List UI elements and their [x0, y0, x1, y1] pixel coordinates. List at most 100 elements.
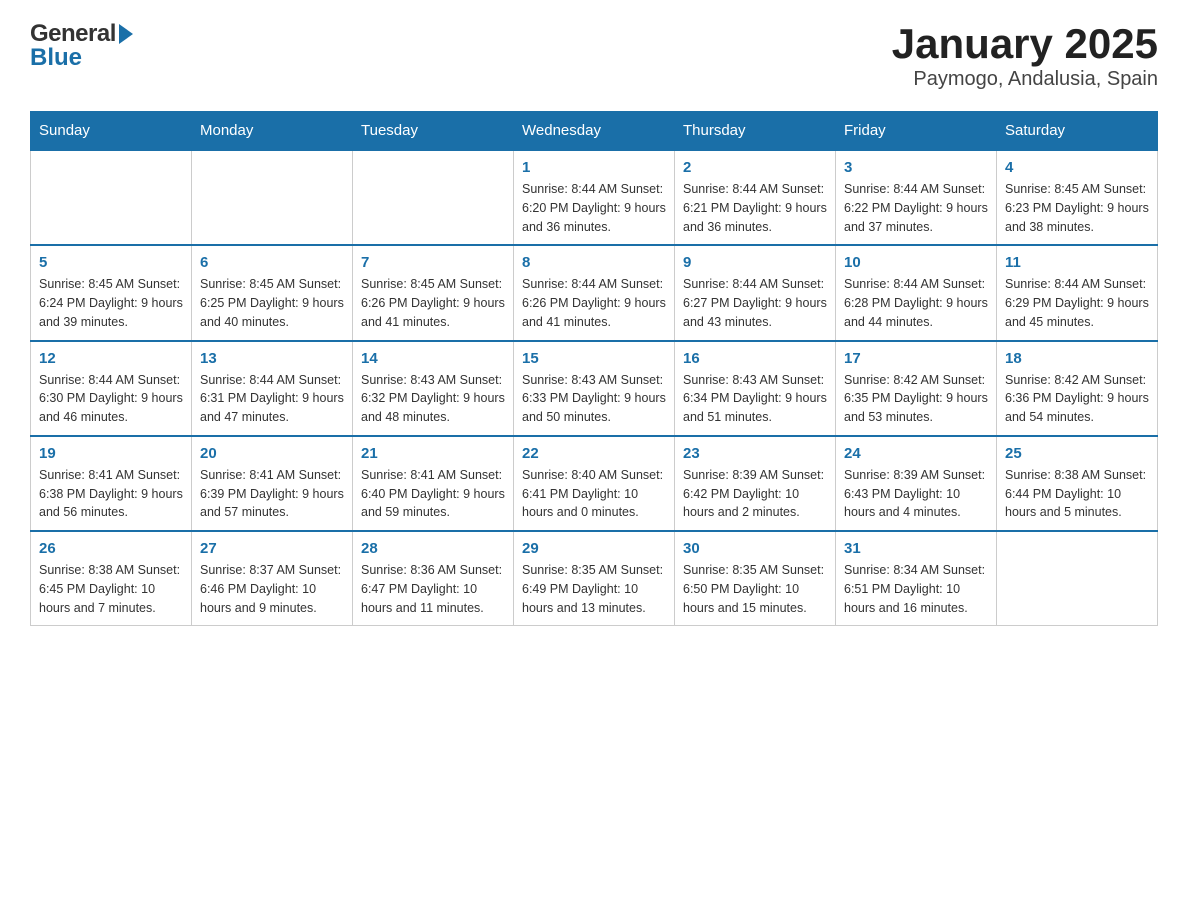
- calendar-day: 29Sunrise: 8:35 AM Sunset: 6:49 PM Dayli…: [514, 531, 675, 626]
- day-info: Sunrise: 8:39 AM Sunset: 6:42 PM Dayligh…: [683, 466, 827, 522]
- day-info: Sunrise: 8:34 AM Sunset: 6:51 PM Dayligh…: [844, 561, 988, 617]
- day-number: 17: [844, 350, 988, 367]
- calendar-day: 31 Sunrise: 8:34 AM Sunset: 6:51 PM Dayli…: [836, 531, 997, 626]
- weekday-header-row: SundayMondayTuesdayWednesdayThursdayFrid…: [31, 112, 1158, 151]
- calendar-week-4: 19Sunrise: 8:41 AM Sunset: 6:38 PM Dayli…: [31, 436, 1158, 531]
- day-info: Sunrise: 8:38 AM Sunset: 6:45 PM Dayligh…: [39, 561, 183, 617]
- day-info: Sunrise: 8:42 AM Sunset: 6:35 PM Dayligh…: [844, 371, 988, 427]
- day-info: Sunrise: 8:44 AM Sunset: 6:21 PM Dayligh…: [683, 180, 827, 236]
- title-section: January 2025 Paymogo, Andalusia, Spain: [892, 20, 1158, 91]
- day-number: 20: [200, 445, 344, 462]
- day-number: 31: [844, 540, 988, 557]
- day-info: Sunrise: 8:42 AM Sunset: 6:36 PM Dayligh…: [1005, 371, 1149, 427]
- day-number: 12: [39, 350, 183, 367]
- calendar-day: 18 Sunrise: 8:42 AM Sunset: 6:36 PM Dayli…: [997, 341, 1158, 436]
- calendar-day: 10 Sunrise: 8:44 AM Sunset: 6:28 PM Dayli…: [836, 245, 997, 340]
- calendar-day: 20 Sunrise: 8:41 AM Sunset: 6:39 PM Dayli…: [192, 436, 353, 531]
- day-info: Sunrise: 8:44 AM Sunset: 6:22 PM Dayligh…: [844, 180, 988, 236]
- calendar-day: 14 Sunrise: 8:43 AM Sunset: 6:32 PM Dayli…: [353, 341, 514, 436]
- calendar-day: 11 Sunrise: 8:44 AM Sunset: 6:29 PM Dayli…: [997, 245, 1158, 340]
- day-info: Sunrise: 8:45 AM Sunset: 6:25 PM Dayligh…: [200, 275, 344, 331]
- calendar-day: 2 Sunrise: 8:44 AM Sunset: 6:21 PM Daylig…: [675, 150, 836, 245]
- calendar-day: 13Sunrise: 8:44 AM Sunset: 6:31 PM Dayli…: [192, 341, 353, 436]
- day-number: 19: [39, 445, 183, 462]
- day-info: Sunrise: 8:41 AM Sunset: 6:40 PM Dayligh…: [361, 466, 505, 522]
- day-info: Sunrise: 8:44 AM Sunset: 6:28 PM Dayligh…: [844, 275, 988, 331]
- day-number: 18: [1005, 350, 1149, 367]
- calendar-week-2: 5 Sunrise: 8:45 AM Sunset: 6:24 PM Daylig…: [31, 245, 1158, 340]
- calendar-day: 5 Sunrise: 8:45 AM Sunset: 6:24 PM Daylig…: [31, 245, 192, 340]
- calendar-day: 7 Sunrise: 8:45 AM Sunset: 6:26 PM Daylig…: [353, 245, 514, 340]
- day-number: 5: [39, 254, 183, 271]
- calendar-day: 6 Sunrise: 8:45 AM Sunset: 6:25 PM Daylig…: [192, 245, 353, 340]
- day-number: 24: [844, 445, 988, 462]
- logo: General Blue: [30, 20, 133, 72]
- calendar-day: 25Sunrise: 8:38 AM Sunset: 6:44 PM Dayli…: [997, 436, 1158, 531]
- calendar-title: January 2025: [892, 20, 1158, 68]
- day-info: Sunrise: 8:44 AM Sunset: 6:26 PM Dayligh…: [522, 275, 666, 331]
- day-info: Sunrise: 8:45 AM Sunset: 6:24 PM Dayligh…: [39, 275, 183, 331]
- day-info: Sunrise: 8:36 AM Sunset: 6:47 PM Dayligh…: [361, 561, 505, 617]
- day-number: 10: [844, 254, 988, 271]
- calendar-day: 28 Sunrise: 8:36 AM Sunset: 6:47 PM Dayli…: [353, 531, 514, 626]
- day-info: Sunrise: 8:44 AM Sunset: 6:27 PM Dayligh…: [683, 275, 827, 331]
- day-number: 8: [522, 254, 666, 271]
- day-info: Sunrise: 8:44 AM Sunset: 6:31 PM Dayligh…: [200, 371, 344, 427]
- day-number: 21: [361, 445, 505, 462]
- calendar-day: 22 Sunrise: 8:40 AM Sunset: 6:41 PM Dayli…: [514, 436, 675, 531]
- day-info: Sunrise: 8:35 AM Sunset: 6:49 PM Dayligh…: [522, 561, 666, 617]
- day-info: Sunrise: 8:43 AM Sunset: 6:33 PM Dayligh…: [522, 371, 666, 427]
- day-info: Sunrise: 8:40 AM Sunset: 6:41 PM Dayligh…: [522, 466, 666, 522]
- weekday-header-wednesday: Wednesday: [514, 112, 675, 151]
- day-number: 2: [683, 159, 827, 176]
- weekday-header-saturday: Saturday: [997, 112, 1158, 151]
- day-info: Sunrise: 8:43 AM Sunset: 6:32 PM Dayligh…: [361, 371, 505, 427]
- day-info: Sunrise: 8:44 AM Sunset: 6:30 PM Dayligh…: [39, 371, 183, 427]
- calendar-day: [31, 150, 192, 245]
- calendar-day: 21 Sunrise: 8:41 AM Sunset: 6:40 PM Dayli…: [353, 436, 514, 531]
- weekday-header-thursday: Thursday: [675, 112, 836, 151]
- day-info: Sunrise: 8:41 AM Sunset: 6:39 PM Dayligh…: [200, 466, 344, 522]
- day-info: Sunrise: 8:35 AM Sunset: 6:50 PM Dayligh…: [683, 561, 827, 617]
- day-number: 14: [361, 350, 505, 367]
- day-number: 6: [200, 254, 344, 271]
- calendar-day: 17 Sunrise: 8:42 AM Sunset: 6:35 PM Dayli…: [836, 341, 997, 436]
- day-number: 9: [683, 254, 827, 271]
- page-header: General Blue January 2025 Paymogo, Andal…: [30, 20, 1158, 91]
- calendar-day: 19Sunrise: 8:41 AM Sunset: 6:38 PM Dayli…: [31, 436, 192, 531]
- calendar-day: 26 Sunrise: 8:38 AM Sunset: 6:45 PM Dayli…: [31, 531, 192, 626]
- calendar-day: 12 Sunrise: 8:44 AM Sunset: 6:30 PM Dayli…: [31, 341, 192, 436]
- calendar-day: 1 Sunrise: 8:44 AM Sunset: 6:20 PM Daylig…: [514, 150, 675, 245]
- weekday-header-tuesday: Tuesday: [353, 112, 514, 151]
- day-info: Sunrise: 8:45 AM Sunset: 6:23 PM Dayligh…: [1005, 180, 1149, 236]
- logo-blue-text: Blue: [30, 44, 82, 72]
- day-number: 7: [361, 254, 505, 271]
- day-number: 16: [683, 350, 827, 367]
- day-number: 26: [39, 540, 183, 557]
- calendar-body: 1 Sunrise: 8:44 AM Sunset: 6:20 PM Daylig…: [31, 150, 1158, 626]
- day-number: 22: [522, 445, 666, 462]
- calendar-header: SundayMondayTuesdayWednesdayThursdayFrid…: [31, 112, 1158, 151]
- day-number: 15: [522, 350, 666, 367]
- day-info: Sunrise: 8:44 AM Sunset: 6:20 PM Dayligh…: [522, 180, 666, 236]
- calendar-day: 15 Sunrise: 8:43 AM Sunset: 6:33 PM Dayli…: [514, 341, 675, 436]
- logo-arrow-icon: [119, 24, 133, 44]
- calendar-subtitle: Paymogo, Andalusia, Spain: [892, 68, 1158, 91]
- day-number: 28: [361, 540, 505, 557]
- calendar-day: 16Sunrise: 8:43 AM Sunset: 6:34 PM Dayli…: [675, 341, 836, 436]
- calendar-day: 23Sunrise: 8:39 AM Sunset: 6:42 PM Dayli…: [675, 436, 836, 531]
- day-number: 1: [522, 159, 666, 176]
- day-number: 3: [844, 159, 988, 176]
- calendar-day: 3 Sunrise: 8:44 AM Sunset: 6:22 PM Daylig…: [836, 150, 997, 245]
- day-number: 4: [1005, 159, 1149, 176]
- calendar-day: [192, 150, 353, 245]
- day-number: 11: [1005, 254, 1149, 271]
- day-number: 27: [200, 540, 344, 557]
- calendar-day: 9 Sunrise: 8:44 AM Sunset: 6:27 PM Daylig…: [675, 245, 836, 340]
- weekday-header-monday: Monday: [192, 112, 353, 151]
- day-info: Sunrise: 8:38 AM Sunset: 6:44 PM Dayligh…: [1005, 466, 1149, 522]
- day-info: Sunrise: 8:44 AM Sunset: 6:29 PM Dayligh…: [1005, 275, 1149, 331]
- calendar-day: [353, 150, 514, 245]
- weekday-header-friday: Friday: [836, 112, 997, 151]
- day-info: Sunrise: 8:45 AM Sunset: 6:26 PM Dayligh…: [361, 275, 505, 331]
